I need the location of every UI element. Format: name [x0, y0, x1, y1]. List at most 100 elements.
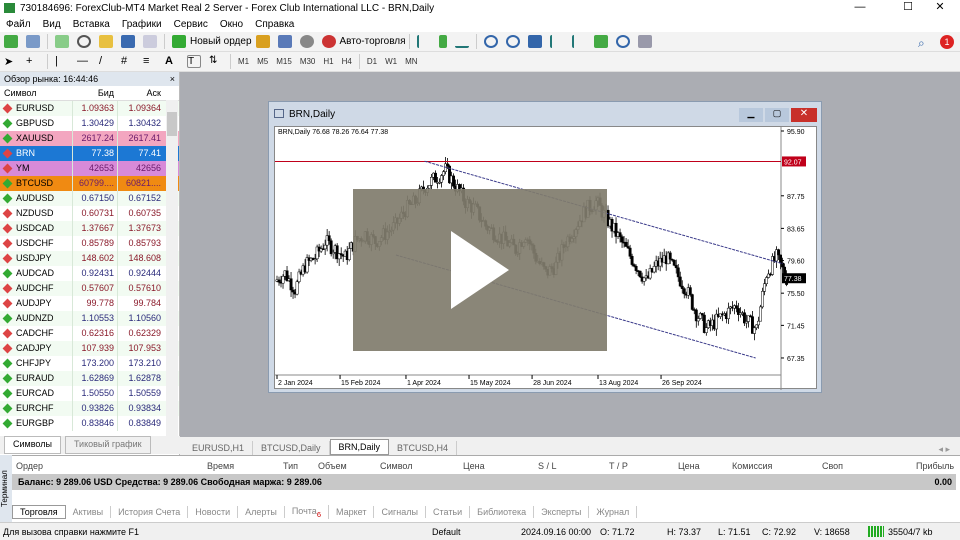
navigator-icon[interactable]: [99, 35, 113, 48]
col-sl[interactable]: S / L: [538, 461, 557, 471]
market-watch-row[interactable]: GBPUSD 1.30429 1.30432: [0, 116, 179, 131]
market-watch-row[interactable]: AUDCHF 0.57607 0.57610: [0, 281, 179, 296]
timeframe-m30[interactable]: M30: [296, 57, 320, 66]
signals-icon[interactable]: [277, 35, 292, 48]
chart-tab-eurusd-h1[interactable]: EURUSD,H1: [184, 441, 254, 455]
tab-market[interactable]: Маркет: [329, 506, 375, 518]
tab-signals[interactable]: Сигналы: [374, 506, 426, 518]
market-watch-row[interactable]: EURCHF 0.93826 0.93834: [0, 401, 179, 416]
trendline-icon[interactable]: /: [99, 55, 113, 68]
market-watch-row[interactable]: USDCHF 0.85789 0.85793: [0, 236, 179, 251]
templates-icon[interactable]: [637, 35, 652, 48]
menu-insert[interactable]: Вставка: [67, 19, 116, 30]
close-panel-icon[interactable]: ×: [170, 72, 175, 86]
chart-shift-icon[interactable]: [571, 35, 586, 48]
globe-icon[interactable]: [299, 35, 314, 48]
timeframe-d1[interactable]: D1: [363, 57, 381, 66]
chart-minimize-button[interactable]: ▁: [739, 108, 763, 122]
tab-library[interactable]: Библиотека: [470, 506, 535, 518]
new-chart-icon[interactable]: [4, 35, 18, 48]
market-watch-row[interactable]: CADCHF 0.62316 0.62329: [0, 326, 179, 341]
timeframe-mn[interactable]: MN: [401, 57, 421, 66]
tile-windows-icon[interactable]: [527, 35, 542, 48]
market-watch-icon[interactable]: [55, 35, 69, 48]
col-ask[interactable]: Аск: [117, 86, 164, 100]
timeframe-h4[interactable]: H4: [338, 57, 356, 66]
market-watch-row[interactable]: XAUUSD 2617.24 2617.41: [0, 131, 179, 146]
timeframe-m1[interactable]: M1: [234, 57, 253, 66]
market-watch-row[interactable]: EURAUD 1.62869 1.62878: [0, 371, 179, 386]
candlestick-icon[interactable]: [438, 35, 447, 48]
tester-icon[interactable]: [143, 35, 157, 48]
market-watch-row[interactable]: NZDUSD 0.60731 0.60735: [0, 206, 179, 221]
zoom-out-icon[interactable]: [505, 35, 520, 48]
arrows-icon[interactable]: ⇅: [209, 55, 223, 68]
meta-editor-icon[interactable]: [255, 35, 270, 48]
market-watch-row[interactable]: AUDNZD 1.10553 1.10560: [0, 311, 179, 326]
text-icon[interactable]: A: [165, 55, 179, 68]
market-watch-row[interactable]: USDCAD 1.37667 1.37673: [0, 221, 179, 236]
menu-view[interactable]: Вид: [37, 19, 67, 30]
tab-symbols[interactable]: Символы: [4, 436, 61, 454]
col-commission[interactable]: Комиссия: [732, 461, 772, 471]
col-price-current[interactable]: Цена: [678, 461, 700, 471]
autoscroll-icon[interactable]: [549, 35, 564, 48]
periods-icon[interactable]: [615, 35, 630, 48]
chart-tab-brn-daily[interactable]: BRN,Daily: [329, 439, 390, 455]
market-watch-row[interactable]: EURGBP 0.83846 0.83849: [0, 416, 179, 431]
menu-window[interactable]: Окно: [214, 19, 249, 30]
timeframe-m15[interactable]: M15: [272, 57, 296, 66]
line-chart-icon[interactable]: [454, 35, 469, 48]
tab-journal[interactable]: Журнал: [589, 506, 638, 518]
play-icon[interactable]: [353, 189, 607, 351]
market-watch-row[interactable]: BRN 77.38 77.41: [0, 146, 179, 161]
profiles-icon[interactable]: [26, 35, 40, 48]
new-order-button[interactable]: Новый ордер: [190, 36, 252, 47]
fibonacci-icon[interactable]: ≡: [143, 55, 157, 68]
col-profit[interactable]: Прибыль: [916, 461, 954, 471]
tab-news[interactable]: Новости: [188, 506, 239, 518]
menu-file[interactable]: Файл: [0, 19, 37, 30]
chart-maximize-button[interactable]: ▢: [765, 108, 789, 122]
tab-mailbox[interactable]: Почта6: [285, 504, 329, 520]
crosshair-icon[interactable]: [77, 35, 91, 48]
market-watch-row[interactable]: EURCAD 1.50550 1.50559: [0, 386, 179, 401]
chart-close-button[interactable]: ✕: [791, 108, 817, 122]
cursor-icon[interactable]: ➤: [4, 55, 18, 68]
notifications-badge[interactable]: 1: [940, 35, 954, 49]
menu-charts[interactable]: Графики: [116, 19, 168, 30]
indicators-icon[interactable]: [593, 35, 608, 48]
text-label-icon[interactable]: T: [187, 55, 201, 68]
timeframe-m5[interactable]: M5: [253, 57, 272, 66]
bar-chart-icon[interactable]: [416, 35, 431, 48]
crosshair-tool-icon[interactable]: +: [26, 55, 40, 68]
market-watch-row[interactable]: YM 42653 42656: [0, 161, 179, 176]
market-watch-row[interactable]: AUDJPY 99.778 99.784: [0, 296, 179, 311]
terminal-icon[interactable]: [121, 35, 135, 48]
tab-trade[interactable]: Торговля: [12, 505, 66, 519]
market-watch-row[interactable]: AUDCAD 0.92431 0.92444: [0, 266, 179, 281]
col-symbol[interactable]: Символ: [0, 86, 72, 100]
col-type[interactable]: Тип: [283, 461, 298, 471]
autotrade-button[interactable]: Авто-торговля: [340, 36, 406, 47]
market-watch-row[interactable]: EURUSD 1.09363 1.09364: [0, 101, 179, 116]
market-watch-row[interactable]: USDJPY 148.602 148.608: [0, 251, 179, 266]
tab-tick-chart[interactable]: Тиковый график: [64, 436, 151, 454]
menu-tools[interactable]: Сервис: [168, 19, 214, 30]
tab-exposure[interactable]: Активы: [66, 506, 112, 518]
col-price[interactable]: Цена: [463, 461, 485, 471]
tab-alerts[interactable]: Алерты: [238, 506, 285, 518]
tab-experts[interactable]: Эксперты: [534, 506, 590, 518]
col-bid[interactable]: Бид: [72, 86, 117, 100]
col-symbol[interactable]: Символ: [380, 461, 412, 471]
col-volume[interactable]: Объем: [318, 461, 347, 471]
tab-history[interactable]: История Счета: [111, 506, 189, 518]
market-watch-row[interactable]: AUDUSD 0.67150 0.67152: [0, 191, 179, 206]
market-watch-row[interactable]: BTCUSD 60799.... 60821....: [0, 176, 179, 191]
col-order[interactable]: Ордер: [16, 461, 43, 471]
zoom-in-icon[interactable]: [483, 35, 498, 48]
timeframe-w1[interactable]: W1: [381, 57, 401, 66]
market-watch-row[interactable]: CADJPY 107.939 107.953: [0, 341, 179, 356]
search-icon[interactable]: ⌕: [918, 36, 925, 51]
video-play-overlay[interactable]: [353, 189, 607, 351]
